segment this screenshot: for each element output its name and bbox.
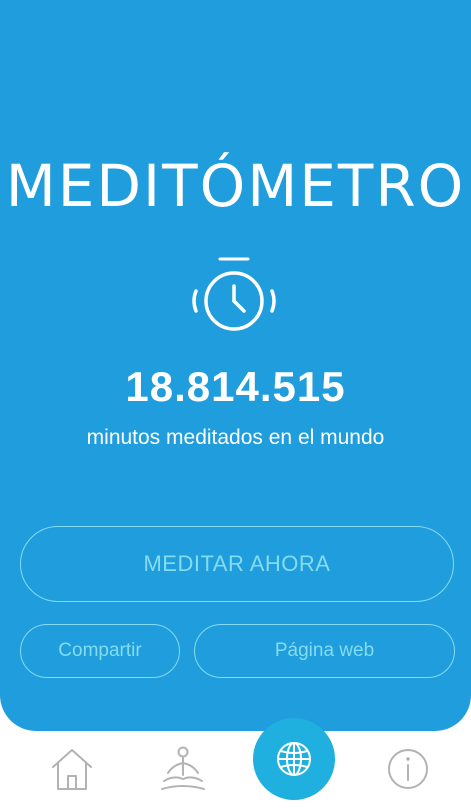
meditate-now-button[interactable]: MEDITAR AHORA — [20, 526, 454, 602]
meditometer-screen: MEDITÓMETRO 18.814.515 minutos meditados… — [0, 0, 471, 810]
main-panel: MEDITÓMETRO 18.814.515 minutos meditados… — [0, 0, 471, 731]
world-tab-button[interactable] — [253, 718, 335, 800]
share-label: Compartir — [58, 640, 142, 661]
website-button[interactable]: Página web — [194, 624, 455, 678]
logo-text: MEDITÓMETRO — [5, 152, 466, 220]
share-button[interactable]: Compartir — [20, 624, 180, 678]
website-label: Página web — [274, 640, 375, 661]
info-icon[interactable] — [386, 747, 430, 791]
minutes-caption: minutos meditados en el mundo — [86, 426, 385, 449]
home-icon[interactable] — [48, 745, 96, 793]
minutes-counter: 18.814.515 — [125, 363, 346, 410]
globe-icon — [277, 742, 311, 776]
app-logo: MEDITÓMETRO — [0, 146, 471, 226]
stopwatch-icon — [192, 257, 276, 331]
meditate-now-label: MEDITAR AHORA — [143, 551, 331, 576]
meditation-figure-icon[interactable] — [158, 745, 208, 793]
